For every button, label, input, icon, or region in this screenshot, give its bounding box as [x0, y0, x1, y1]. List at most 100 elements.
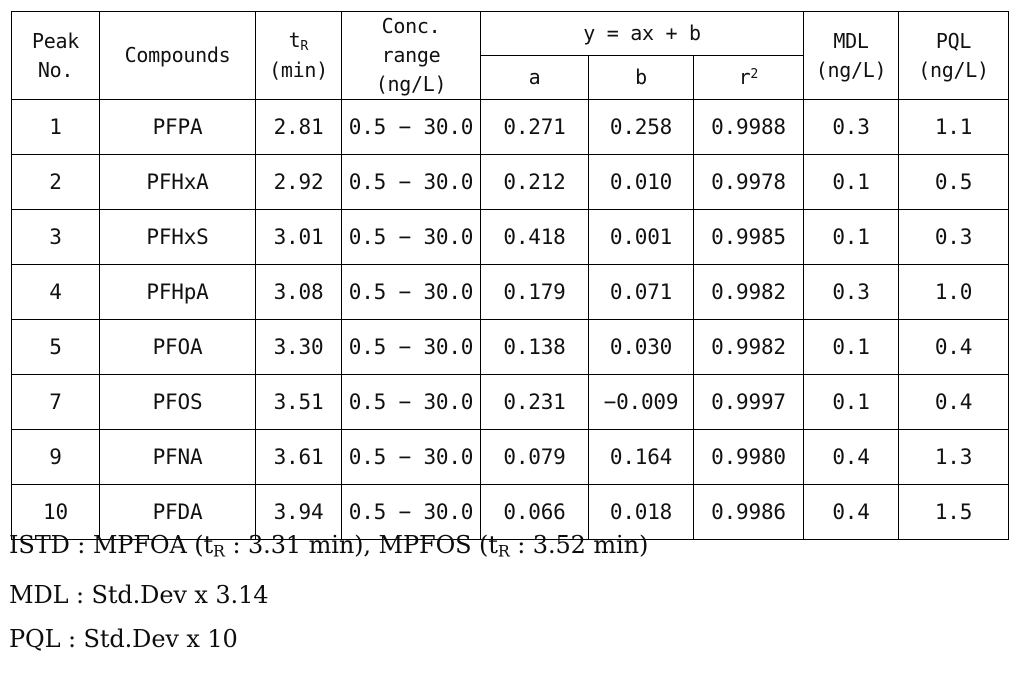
cell-compound-name: PFHxS [99, 209, 256, 265]
cell-pql-value: 0.4 [898, 374, 1010, 430]
cell-pql-value: 1.3 [898, 429, 1010, 485]
cell-r-squared: 0.9988 [692, 99, 805, 155]
cell-peak-no: 5 [11, 319, 100, 375]
cell-peak-no: 9 [11, 429, 100, 485]
cell-conc-range: 0.5 − 30.0 [341, 319, 481, 375]
cell-intercept-b: 0.010 [588, 154, 694, 210]
cell-conc-range: 0.5 − 30.0 [341, 154, 481, 210]
cell-compound-name: PFOS [99, 374, 256, 430]
tr-subscript: R [300, 38, 309, 54]
peak-no-line1: Peak [32, 28, 79, 53]
calibration-table-container: Peak No. Compounds tR (min) Conc. range … [11, 11, 1010, 540]
cell-slope-a: 0.271 [480, 99, 589, 155]
cell-slope-a: 0.418 [480, 209, 589, 265]
equation-label: y = ax + b [583, 21, 701, 45]
cell-intercept-b: 0.030 [588, 319, 694, 375]
column-header-compounds: Compounds [99, 11, 256, 100]
cell-mdl-value: 0.1 [803, 319, 900, 375]
cell-pql-value: 1.0 [898, 264, 1010, 320]
conc-line1: Conc. [381, 14, 441, 38]
istd-mid: : 3.31 min), MPFOS (t [224, 531, 498, 559]
cell-conc-range: 0.5 − 30.0 [341, 429, 481, 485]
cell-mdl-value: 0.1 [803, 209, 900, 265]
cell-retention-time: 2.81 [255, 99, 342, 155]
peak-no-line2: No. [37, 57, 74, 82]
column-header-pql: PQL (ng/L) [898, 11, 1010, 100]
cell-retention-time: 3.61 [255, 429, 342, 485]
cell-compound-name: PFNA [99, 429, 256, 485]
cell-compound-name: PFHxA [99, 154, 256, 210]
cell-intercept-b: 0.071 [588, 264, 694, 320]
tr-unit: (min) [269, 58, 328, 83]
cell-r-squared: 0.9982 [692, 264, 805, 320]
istd-sub1: R [213, 541, 225, 561]
cell-pql-value: 0.3 [898, 209, 1010, 265]
istd-sub2: R [497, 541, 510, 561]
cell-mdl-value: 0.1 [803, 374, 900, 430]
table-row: 1 PFPA 2.81 0.5 − 30.0 0.271 0.258 0.9988 0.3 1.… [11, 99, 1010, 155]
cell-slope-a: 0.179 [480, 264, 589, 320]
table-row: 9 PFNA 3.61 0.5 − 30.0 0.079 0.164 0.9980 0.4 1.… [11, 429, 1010, 485]
cell-pql-value: 0.5 [898, 154, 1010, 210]
table-row: 5 PFOA 3.30 0.5 − 30.0 0.138 0.030 0.9982 0.1 0.… [11, 319, 1010, 375]
cell-slope-a: 0.138 [480, 319, 589, 375]
cell-retention-time: 3.30 [255, 319, 342, 375]
cell-pql-value: 1.1 [898, 99, 1010, 155]
cell-retention-time: 2.92 [255, 154, 342, 210]
cell-slope-a: 0.212 [480, 154, 589, 210]
table-row: 4 PFHpA 3.08 0.5 − 30.0 0.179 0.071 0.9982 0.3 1… [11, 264, 1010, 320]
compounds-label: Compounds [124, 43, 231, 67]
cell-mdl-value: 0.3 [803, 99, 900, 155]
tr-symbol: t [288, 27, 301, 52]
cell-conc-range: 0.5 − 30.0 [341, 264, 481, 320]
footnotes: ISTD : MPFOA (tR : 3.31 min), MPFOS (tR … [9, 523, 1015, 661]
mdl-unit: (ng/L) [815, 57, 887, 82]
cell-peak-no: 7 [11, 374, 100, 430]
column-header-mdl: MDL (ng/L) [803, 11, 900, 100]
footnote-mdl: MDL : Std.Dev x 3.14 [9, 581, 269, 610]
intercept-b-label: b [635, 65, 647, 89]
cell-r-squared: 0.9985 [692, 209, 805, 265]
cell-intercept-b: −0.009 [588, 374, 694, 430]
cell-mdl-value: 0.3 [803, 264, 900, 320]
cell-r-squared: 0.9978 [692, 154, 805, 210]
cell-retention-time: 3.01 [255, 209, 342, 265]
footnote-istd: ISTD : MPFOA (tR : 3.31 min), MPFOS (tR … [9, 523, 1015, 573]
table-body: 1 PFPA 2.81 0.5 − 30.0 0.271 0.258 0.9988 0.3 1.… [11, 99, 1010, 540]
column-header-intercept-b: b [588, 55, 694, 100]
cell-peak-no: 4 [11, 264, 100, 320]
istd-prefix: ISTD : MPFOA (t [9, 531, 214, 559]
cell-pql-value: 0.4 [898, 319, 1010, 375]
cell-compound-name: PFHpA [99, 264, 256, 320]
column-header-peak-no: Peak No. [11, 11, 100, 100]
cell-conc-range: 0.5 − 30.0 [341, 374, 481, 430]
header-row-top: Peak No. Compounds tR (min) Conc. range … [11, 11, 1010, 100]
cell-conc-range: 0.5 − 30.0 [341, 209, 481, 265]
conc-line3: (ng/L) [375, 72, 447, 96]
conc-line2: range [381, 43, 441, 67]
r-squared-label: r2 [739, 65, 759, 89]
cell-r-squared: 0.9982 [692, 319, 805, 375]
cell-peak-no: 2 [11, 154, 100, 210]
cell-conc-range: 0.5 − 30.0 [341, 99, 481, 155]
cell-peak-no: 1 [11, 99, 100, 155]
table-row: 7 PFOS 3.51 0.5 − 30.0 0.231 −0.009 0.9997 0.1 0… [11, 374, 1010, 430]
cell-intercept-b: 0.164 [588, 429, 694, 485]
footnote-pql: PQL : Std.Dev x 10 [9, 625, 238, 654]
cell-r-squared: 0.9980 [692, 429, 805, 485]
column-header-conc-range: Conc. range (ng/L) [341, 11, 481, 100]
slope-a-label: a [528, 65, 541, 89]
column-header-r-squared: r2 [692, 55, 805, 100]
cell-peak-no: 3 [11, 209, 100, 265]
cell-mdl-value: 0.4 [803, 429, 900, 485]
cell-retention-time: 3.51 [255, 374, 342, 430]
cell-r-squared: 0.9997 [692, 374, 805, 430]
table-row: 2 PFHxA 2.92 0.5 − 30.0 0.212 0.010 0.9978 0.1 0… [11, 154, 1010, 210]
pql-unit: (ng/L) [918, 57, 989, 82]
calibration-table: Peak No. Compounds tR (min) Conc. range … [11, 11, 1010, 540]
column-header-retention-time: tR (min) [255, 11, 342, 100]
istd-suffix: : 3.52 min) [509, 531, 649, 559]
column-header-equation: y = ax + b [479, 11, 805, 56]
cell-intercept-b: 0.001 [588, 209, 694, 265]
r-symbol: r [738, 65, 751, 89]
